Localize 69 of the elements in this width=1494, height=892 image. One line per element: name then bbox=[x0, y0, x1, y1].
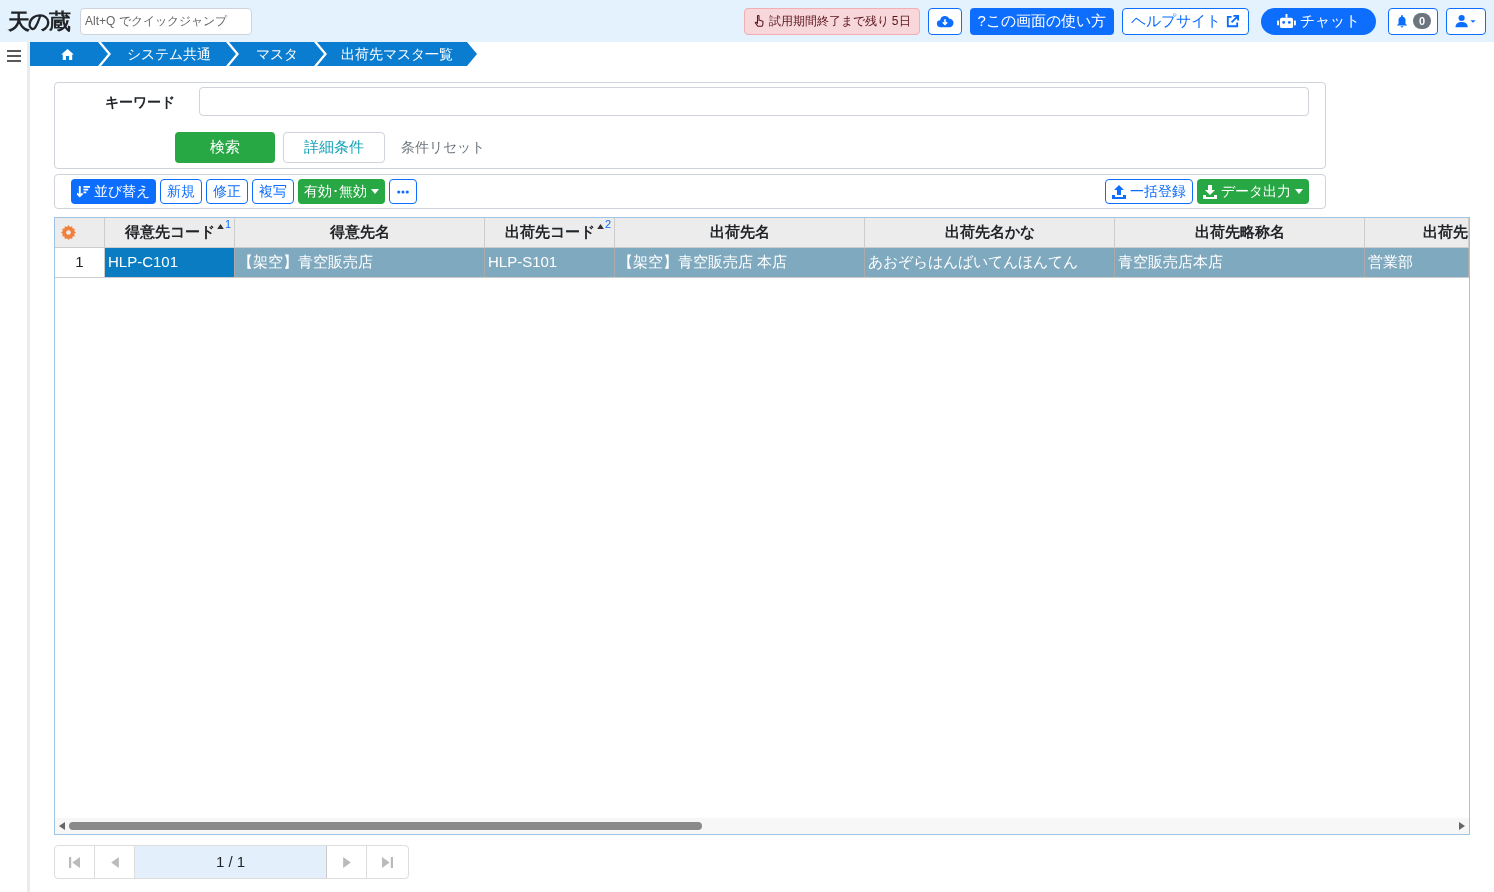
column-header[interactable]: 出荷先名かな bbox=[865, 218, 1115, 247]
settings-icon bbox=[61, 225, 76, 240]
user-icon bbox=[1455, 14, 1477, 28]
last-page-icon bbox=[381, 856, 393, 868]
external-link-icon bbox=[1224, 13, 1240, 29]
cloud-download-button[interactable] bbox=[927, 7, 962, 35]
column-header[interactable]: 出荷先名 bbox=[615, 218, 865, 247]
table-cell: 【架空】青空販売店 本店 bbox=[615, 248, 865, 277]
caret-icon bbox=[371, 189, 379, 194]
toolbar-button[interactable]: 新規 bbox=[160, 179, 202, 204]
sort-icon bbox=[77, 185, 90, 198]
page-indicator: 1 / 1 bbox=[135, 846, 327, 878]
sort-ascending-icon bbox=[216, 224, 224, 229]
column-header[interactable]: 出荷先略称名 bbox=[1115, 218, 1365, 247]
quick-jump-field[interactable]: Alt+Q でクイックジャンプ bbox=[80, 7, 252, 35]
menu-icon bbox=[6, 50, 21, 62]
sort-order: 1 bbox=[224, 219, 231, 230]
toolbar-button[interactable]: 修正 bbox=[206, 179, 248, 204]
table-cell: 営業部 bbox=[1365, 248, 1469, 277]
detail-conditions-button[interactable]: 詳細条件 bbox=[283, 132, 385, 163]
breadcrumb-item[interactable]: 出荷先マスタ一覧 bbox=[317, 42, 477, 66]
chat-button[interactable]: チャット bbox=[1260, 7, 1376, 35]
data-export-dropdown[interactable]: データ出力 bbox=[1197, 179, 1309, 204]
bulk-register-button[interactable]: 一括登録 bbox=[1105, 179, 1193, 204]
notification-button[interactable]: 0 bbox=[1387, 7, 1438, 35]
column-header[interactable]: 出荷先 bbox=[1365, 218, 1469, 247]
notification-count: 0 bbox=[1412, 13, 1431, 29]
breadcrumb-item[interactable]: システム共通 bbox=[101, 42, 236, 66]
horizontal-scrollbar[interactable] bbox=[55, 818, 1469, 834]
toolbar-button[interactable]: 複写 bbox=[252, 179, 294, 204]
search-button[interactable]: 検索 bbox=[175, 132, 275, 163]
previous-icon bbox=[110, 856, 119, 868]
sort-order: 2 bbox=[604, 219, 611, 230]
ellipsis-icon bbox=[397, 189, 409, 194]
pointer-icon bbox=[752, 15, 765, 27]
table-cell: 【架空】青空販売店 bbox=[235, 248, 485, 277]
scroll-right-icon[interactable] bbox=[1459, 822, 1465, 830]
scroll-left-icon[interactable] bbox=[59, 822, 65, 830]
column-header[interactable]: 出荷先コード 2 bbox=[485, 218, 615, 247]
caret-icon bbox=[1295, 189, 1303, 194]
sort-ascending-icon bbox=[596, 224, 604, 229]
download-icon bbox=[1203, 184, 1217, 199]
table-cell: 青空販売店本店 bbox=[1115, 248, 1365, 277]
table-row[interactable]: 1 HLP-C101 【架空】青空販売店 HLP-S101 【架空】青空販売店 本店 あおぞらはんばいてんほんてん 青空販売店本店 営業部 bbox=[55, 248, 1469, 278]
user-menu-button[interactable] bbox=[1446, 7, 1486, 35]
toggle-active-dropdown[interactable]: 有効･無効 bbox=[298, 179, 385, 204]
next-icon bbox=[342, 856, 351, 868]
logo: 天の蔵 bbox=[8, 7, 71, 36]
upload-icon bbox=[1112, 184, 1126, 199]
home-icon bbox=[60, 48, 74, 60]
column-header[interactable]: 得意先名 bbox=[235, 218, 485, 247]
more-button[interactable] bbox=[389, 179, 417, 204]
table-cell: HLP-S101 bbox=[485, 248, 615, 277]
sort-button[interactable]: 並び替え bbox=[71, 179, 156, 204]
cloud-download-icon bbox=[935, 14, 954, 28]
help-site-link[interactable]: ヘルプサイト bbox=[1121, 7, 1249, 35]
first-page-icon bbox=[69, 856, 80, 868]
reset-conditions-link[interactable]: 条件リセット bbox=[393, 132, 493, 163]
breadcrumb-item[interactable]: マスタ bbox=[229, 42, 324, 66]
robot-icon bbox=[1276, 13, 1296, 29]
home-breadcrumb[interactable] bbox=[30, 42, 108, 66]
keyword-label: キーワード bbox=[104, 92, 175, 112]
row-number: 1 bbox=[55, 248, 105, 277]
table-cell: あおぞらはんばいてんほんてん bbox=[865, 248, 1115, 277]
help-button[interactable]: ?この画面の使い方 bbox=[969, 7, 1114, 35]
table-cell: HLP-C101 bbox=[105, 248, 235, 277]
trial-notice: 試用期間終了まで残り 5日 bbox=[743, 7, 920, 35]
column-header[interactable]: 得意先コード 1 bbox=[105, 218, 235, 247]
keyword-field[interactable] bbox=[199, 87, 1309, 116]
